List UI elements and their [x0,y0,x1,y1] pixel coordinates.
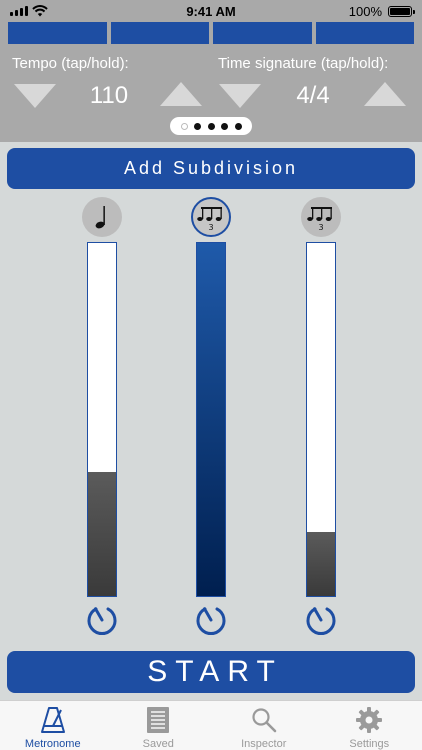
subdivision-3-volume-slider[interactable] [306,242,336,597]
battery-percentage: 100% [348,4,382,19]
start-label: START [147,655,283,688]
tab-label: Settings [349,738,390,750]
svg-text:3: 3 [208,223,213,231]
page-dot[interactable] [207,122,215,130]
page-dot[interactable] [180,122,188,130]
subdivision-1-note-button[interactable] [82,197,122,237]
tab-label: Metronome [24,738,81,750]
add-subdivision-button[interactable]: Add Subdivision [7,148,415,189]
subdivision-2-rotate-knob-icon[interactable] [194,603,228,637]
add-subdivision-label: Add Subdivision [123,158,299,178]
tempo-label: Tempo (tap/hold): [12,55,129,72]
tab-inspector[interactable]: Inspector [211,701,317,750]
beat-indicator [110,22,209,44]
time-signature-decrease-button[interactable] [219,84,261,108]
start-button[interactable]: START [7,651,415,693]
quarter-note-icon [95,206,105,229]
tempo-decrease-button[interactable] [14,84,56,108]
tab-saved[interactable]: Saved [106,701,212,750]
status-bar: 9:41 AM 100% [0,0,422,22]
subdivision-3-rotate-knob-icon[interactable] [304,603,338,637]
time-signature-label: Time signature (tap/hold): [218,55,389,72]
beat-indicator [8,22,107,44]
subdivision-1-volume-slider[interactable] [87,242,117,597]
time-signature-value[interactable]: 4/4 [273,82,353,110]
subdivision-1-rotate-knob-icon[interactable] [85,603,119,637]
page-dot[interactable] [194,122,201,130]
magnifier-icon [252,708,277,733]
subdivision-2-note-button[interactable]: 3 [191,197,231,237]
page-dot[interactable] [234,122,242,130]
slider-fill [307,532,335,596]
tab-metronome[interactable]: Metronome [0,701,106,750]
subdivision-3-note-button[interactable]: 3 [301,197,341,237]
tempo-increase-button[interactable] [160,82,202,106]
gear-icon [356,707,383,733]
tab-label: Inspector [241,738,287,750]
page-indicator[interactable] [170,117,252,135]
slider-fill [88,472,116,596]
subdivision-2-volume-slider[interactable] [196,242,226,597]
tempo-panel: Tempo (tap/hold): Time signature (tap/ho… [0,22,422,142]
time-signature-increase-button[interactable] [364,82,406,106]
beat-indicator-bar [8,22,414,44]
page-dot[interactable] [221,122,228,130]
triplet-eighth-notes-icon: 3 [197,207,222,231]
tab-bar: Metronome Saved Inspector Settings [0,700,422,750]
slider-fill [197,243,225,596]
tempo-value[interactable]: 110 [69,82,149,110]
document-list-icon [147,707,170,733]
beat-indicator [315,22,414,44]
tab-label: Saved [142,738,174,750]
tab-settings[interactable]: Settings [317,701,422,750]
svg-text:3: 3 [318,223,323,231]
metronome-icon [40,707,65,733]
beat-indicator [213,22,312,44]
triplet-eighth-notes-icon: 3 [307,207,332,231]
battery-icon [388,6,415,17]
